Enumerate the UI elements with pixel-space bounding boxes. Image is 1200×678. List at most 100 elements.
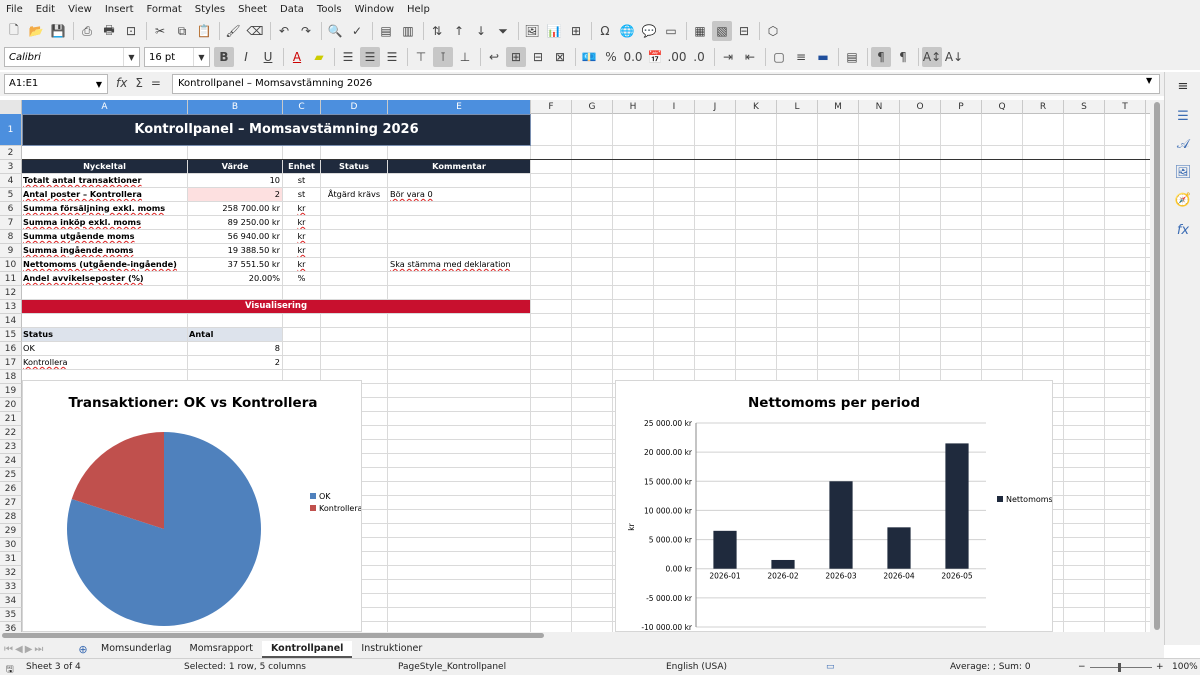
bar-chart[interactable]: Nettomoms per period 25 000.00 kr 20 000.0… (615, 380, 1053, 632)
insert-image-icon[interactable]: 🖼 (522, 21, 542, 41)
menu-sheet[interactable]: Sheet (238, 4, 267, 15)
wrap-text-icon[interactable]: ↩ (484, 47, 504, 67)
menu-icon[interactable]: ≡ (1173, 76, 1193, 96)
kpi-status[interactable]: Åtgärd krävs (321, 188, 387, 201)
row-header-18[interactable]: 18 (0, 370, 22, 384)
kpi-unit[interactable]: kr (283, 244, 320, 257)
status-table-label[interactable]: Kontrollera (22, 356, 187, 369)
column-header-g[interactable]: G (572, 100, 613, 114)
expand-formula-icon[interactable]: ▼ (1146, 76, 1152, 85)
horizontal-scrollbar[interactable] (0, 632, 1164, 640)
bold-icon[interactable]: B (214, 47, 234, 67)
kpi-label[interactable]: Andel avvikelseposter (%) (22, 272, 187, 285)
kpi-header-cell[interactable]: Nyckeltal (22, 160, 187, 173)
underline-icon[interactable]: U (258, 47, 278, 67)
copy-icon[interactable]: ⧉ (172, 21, 192, 41)
kpi-comment[interactable]: Ska stämma med deklaration (388, 258, 530, 271)
menu-insert[interactable]: Insert (105, 4, 134, 15)
undo-icon[interactable]: ↶ (274, 21, 294, 41)
column-header-f[interactable]: F (531, 100, 572, 114)
language[interactable]: English (USA) (666, 662, 727, 672)
open-icon[interactable]: 📂 (26, 21, 46, 41)
kpi-label[interactable]: Summa försäljning exkl. moms (22, 202, 187, 215)
tab-instruktioner[interactable]: Instruktioner (352, 641, 431, 658)
column-header-s[interactable]: S (1064, 100, 1105, 114)
kpi-label[interactable]: Summa inköp exkl. moms (22, 216, 187, 229)
row-header-11[interactable]: 11 (0, 272, 22, 286)
currency-format-icon[interactable]: 💶 (579, 47, 599, 67)
previous-sheet-icon[interactable]: ◀ (15, 644, 23, 655)
name-box[interactable]: A1:E1 ▼ (4, 74, 108, 94)
kpi-comment[interactable]: Bör vara 0 (388, 188, 530, 201)
column-header-r[interactable]: R (1023, 100, 1064, 114)
export-pdf-icon[interactable]: ⎙ (77, 21, 97, 41)
clone-formatting-icon[interactable]: 🖌 (223, 21, 243, 41)
column-header-l[interactable]: L (777, 100, 818, 114)
row-header-21[interactable]: 21 (0, 412, 22, 426)
status-table-label[interactable]: OK (22, 342, 187, 355)
selection-mode-icon[interactable]: ▭ (826, 662, 835, 672)
align-middle-icon[interactable]: ⊺ (433, 47, 453, 67)
border-color-icon[interactable]: ▬ (813, 47, 833, 67)
tab-momsrapport[interactable]: Momsrapport (181, 641, 262, 658)
status-table-count[interactable]: 8 (188, 342, 282, 355)
kpi-unit[interactable]: % (283, 272, 320, 285)
formula-input[interactable]: Kontrollpanel – Momsavstämning 2026 (172, 74, 1160, 94)
row-header-22[interactable]: 22 (0, 426, 22, 440)
font-color-icon[interactable]: A (287, 47, 307, 67)
zoom-out-icon[interactable]: − (1078, 662, 1086, 672)
text-direction-rtl-icon[interactable]: ¶ (893, 47, 913, 67)
decrease-indent-icon[interactable]: ⇤ (740, 47, 760, 67)
sum-summary[interactable]: Average: ; Sum: 0 (950, 662, 1031, 672)
kpi-value[interactable]: 258 700.00 kr (188, 202, 282, 215)
kpi-value[interactable]: 37 551.50 kr (188, 258, 282, 271)
kpi-value[interactable]: 89 250.00 kr (188, 216, 282, 229)
vertical-scrollbar[interactable] (1150, 100, 1164, 632)
gallery-icon[interactable]: 🖼 (1173, 162, 1193, 182)
row-header-15[interactable]: 15 (0, 328, 22, 342)
kpi-unit[interactable]: kr (283, 202, 320, 215)
tab-momsunderlag[interactable]: Momsunderlag (92, 641, 181, 658)
column-header-k[interactable]: K (736, 100, 777, 114)
visualisation-banner[interactable]: Visualisering (22, 300, 530, 313)
vertical-text-icon[interactable]: A↕ (922, 47, 942, 67)
column-header-h[interactable]: H (613, 100, 654, 114)
row-header-1[interactable]: 1 (0, 114, 22, 146)
kpi-header-cell[interactable]: Värde (188, 160, 282, 173)
zoom-slider[interactable] (1090, 667, 1152, 668)
sort-text-icon[interactable]: A↓ (944, 47, 964, 67)
functions-icon[interactable]: fx (1173, 220, 1193, 240)
borders-icon[interactable]: ▢ (769, 47, 789, 67)
scrollbar-thumb[interactable] (1154, 102, 1160, 630)
kpi-header-cell[interactable]: Kommentar (388, 160, 530, 173)
conditional-format-icon[interactable]: ▤ (842, 47, 862, 67)
align-right-icon[interactable]: ☰ (382, 47, 402, 67)
sum-icon[interactable]: Σ (135, 76, 143, 90)
kpi-unit[interactable]: kr (283, 230, 320, 243)
column-header-d[interactable]: D (321, 100, 388, 114)
column-header-p[interactable]: P (941, 100, 982, 114)
status-table-header[interactable]: Antal (188, 328, 282, 341)
row-header-20[interactable]: 20 (0, 398, 22, 412)
kpi-label[interactable]: Summa utgående moms (22, 230, 187, 243)
pivot-table-icon[interactable]: ⊞ (566, 21, 586, 41)
column-header-q[interactable]: Q (982, 100, 1023, 114)
print-preview-icon[interactable]: ⊡ (121, 21, 141, 41)
font-size-combo[interactable]: 16 pt ▼ (144, 47, 210, 67)
autofilter-icon[interactable]: ⏷ (493, 21, 513, 41)
kpi-label[interactable]: Antal poster – Kontrollera (22, 188, 187, 201)
hyperlink-icon[interactable]: 🌐 (617, 21, 637, 41)
row-header-30[interactable]: 30 (0, 538, 22, 552)
special-character-icon[interactable]: Ω (595, 21, 615, 41)
tab-kontrollpanel[interactable]: Kontrollpanel (261, 640, 353, 658)
zoom-in-icon[interactable]: + (1156, 662, 1164, 672)
new-document-icon[interactable]: 🗋 (4, 21, 24, 41)
row-header-29[interactable]: 29 (0, 524, 22, 538)
row-header-16[interactable]: 16 (0, 342, 22, 356)
kpi-value[interactable]: 19 388.50 kr (188, 244, 282, 257)
headers-footers-icon[interactable]: ▭ (661, 21, 681, 41)
row-header-28[interactable]: 28 (0, 510, 22, 524)
menu-format[interactable]: Format (147, 4, 182, 15)
status-table-count[interactable]: 2 (188, 356, 282, 369)
row-header-14[interactable]: 14 (0, 314, 22, 328)
